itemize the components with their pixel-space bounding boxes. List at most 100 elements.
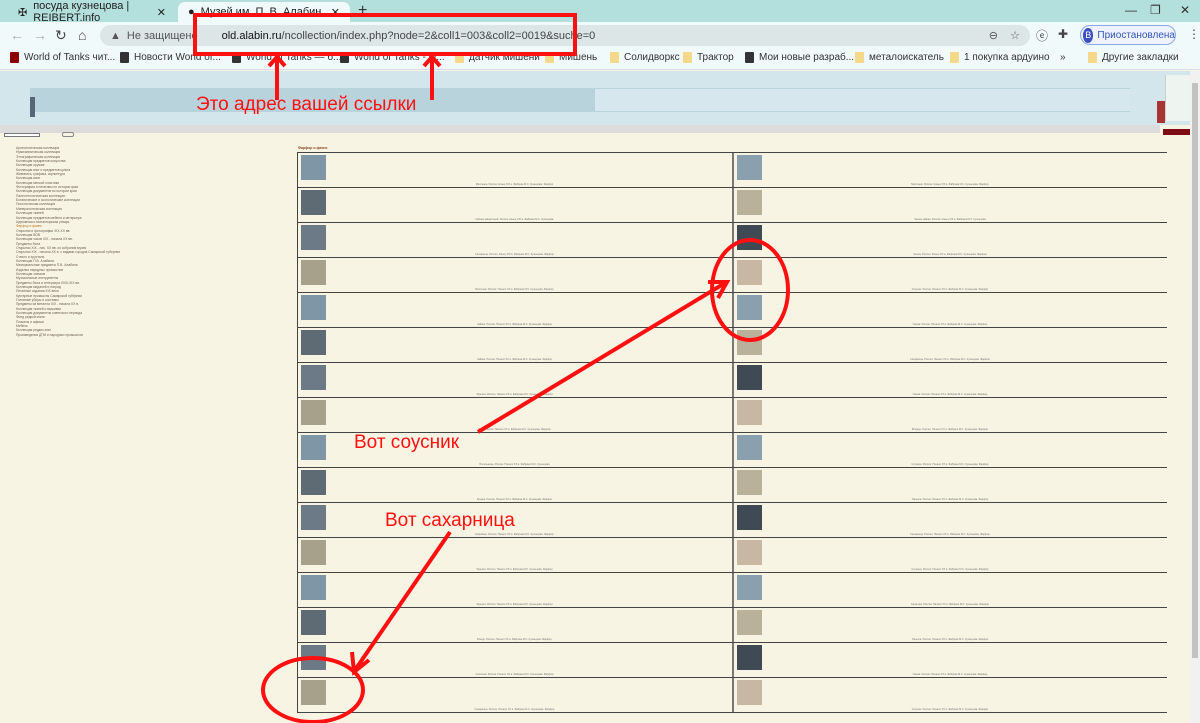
item-caption[interactable]: Кружка. Россия. Начало XX в. Фабрика М.С… — [298, 498, 732, 501]
item-thumbnail[interactable] — [736, 610, 762, 635]
item-thumbnail[interactable] — [301, 610, 326, 635]
item-thumbnail[interactable] — [301, 470, 326, 495]
bookmark-item[interactable]: 1 покупка ардуино — [950, 52, 1050, 63]
item-caption[interactable]: Чашка. Россия. Начало XX в. Фабрика М.С.… — [734, 323, 1168, 326]
item-thumbnail[interactable] — [301, 575, 326, 600]
item-caption[interactable]: Чашка. Россия. Начало XX в. Фабрика М.С.… — [734, 673, 1168, 676]
minimize-button[interactable]: — — [1125, 3, 1137, 17]
item-caption[interactable]: Тарелка. Россия. Начало XX в. Фабрика М.… — [298, 568, 732, 571]
item-caption[interactable]: Супница. Россия. Начало XX в. Фабрика М.… — [734, 463, 1168, 466]
item-thumbnail[interactable] — [301, 400, 326, 425]
more-bookmarks-icon[interactable]: » — [1060, 52, 1066, 63]
item-caption[interactable]: Чашка. Россия. Конец XIX в. Фабрика М.С.… — [734, 253, 1168, 256]
tab-reibert[interactable]: ✠ посуда кузнецова | REIBERT.info ✕ — [8, 0, 176, 24]
item-thumbnail[interactable] — [301, 505, 326, 530]
sidebar-item[interactable]: Произведения ДПИ и народных промыслов — [6, 333, 296, 337]
item-thumbnail[interactable] — [736, 330, 762, 355]
bookmark-item[interactable]: Новости World of... — [120, 52, 221, 63]
item-thumbnail[interactable] — [736, 645, 762, 670]
item-thumbnail[interactable] — [301, 190, 326, 215]
bookmark-item[interactable]: Мишень — [545, 52, 597, 63]
item-caption[interactable]: Чайник заварочный. Россия. Конец XIX в. … — [298, 218, 732, 221]
item-thumbnail[interactable] — [301, 260, 326, 285]
bookmark-item[interactable]: World of Tanks — б... — [232, 52, 341, 63]
maximize-button[interactable]: ❐ — [1150, 3, 1161, 17]
item-caption[interactable]: Чашка чайная. Россия. Конец XIX в. Фабри… — [734, 218, 1168, 221]
extension-icon[interactable]: ⓔ — [1036, 27, 1048, 44]
new-tab-button[interactable]: + — [358, 2, 367, 20]
item-thumbnail[interactable] — [736, 680, 762, 705]
scrollbar[interactable] — [1190, 71, 1200, 723]
item-caption[interactable]: Молочник. Россия. Начало XX в. Фабрика М… — [298, 288, 732, 291]
item-caption[interactable]: Тарелка. Россия. Начало XX в. Фабрика М.… — [734, 498, 1168, 501]
bookmark-other[interactable]: Другие закладки — [1088, 52, 1179, 63]
profile-button[interactable]: B Приостановлена — [1080, 25, 1176, 45]
item-thumbnail[interactable] — [736, 540, 762, 565]
security-label[interactable]: Не защищено — [127, 30, 198, 42]
item-caption[interactable]: Ваза. Россия. Начало XX в. Фабрика М.С. … — [298, 428, 732, 431]
item-thumbnail[interactable] — [736, 295, 762, 320]
site-search-button[interactable] — [62, 132, 74, 137]
item-caption[interactable]: Сахарница. Россия. Конец XIX в. Фабрика … — [298, 253, 732, 256]
item-thumbnail[interactable] — [736, 190, 762, 215]
item-caption[interactable]: Соусник. Россия. Начало XX в. Фабрика М.… — [734, 708, 1168, 711]
item-thumbnail[interactable] — [301, 645, 326, 670]
item-caption[interactable]: Тарелка. Россия. Начало XX в. Фабрика М.… — [734, 638, 1168, 641]
close-tab-icon[interactable]: ✕ — [331, 6, 340, 19]
item-caption[interactable]: Сахарница. Россия. Начало XX в. Фабрика … — [734, 533, 1168, 536]
item-caption[interactable]: Молочник. Россия. Конец XIX в. Фабрика М… — [734, 183, 1168, 186]
item-caption[interactable]: Салатник. Россия. Начало XX в. Фабрика М… — [734, 603, 1168, 606]
item-thumbnail[interactable] — [736, 400, 762, 425]
item-thumbnail[interactable] — [301, 295, 326, 320]
item-caption[interactable]: Соусник. Россия. Начало XX в. Фабрика М.… — [734, 288, 1168, 291]
item-thumbnail[interactable] — [736, 470, 762, 495]
item-thumbnail[interactable] — [736, 365, 762, 390]
reload-icon[interactable]: ↻ — [55, 27, 67, 44]
item-caption[interactable]: Тарелка. Россия. Начало XX в. Фабрика М.… — [298, 393, 732, 396]
item-caption[interactable]: Пепельница. Россия. Начало XX в. Фабрика… — [298, 463, 732, 466]
bookmark-item[interactable]: Трактор — [683, 52, 734, 63]
site-search-input[interactable] — [4, 133, 40, 137]
bookmark-item[interactable]: World of Tanks - Ф... — [340, 52, 445, 63]
address-bar[interactable]: ▲ Не защищено old.alabin.ru/ncollection/… — [100, 25, 1030, 46]
item-thumbnail[interactable] — [301, 365, 326, 390]
item-caption[interactable]: Тарелка. Россия. Начало XX в. Фабрика М.… — [298, 603, 732, 606]
puzzle-icon[interactable]: ✚ — [1058, 27, 1068, 41]
item-caption[interactable]: Сахарница. Россия. Начало XX в. Фабрика … — [298, 708, 732, 711]
tab-alabin[interactable]: ● Музей им. П. В. Алабина / Муз ✕ — [178, 2, 350, 22]
item-caption[interactable]: Сахарница. Россия. Начало XX в. Фабрика … — [734, 358, 1168, 361]
item-caption[interactable]: Салатник. Россия. Начало XX в. Фабрика М… — [298, 673, 732, 676]
item-thumbnail[interactable] — [736, 435, 762, 460]
item-thumbnail[interactable] — [301, 225, 326, 250]
close-tab-icon[interactable]: ✕ — [157, 6, 166, 19]
item-thumbnail[interactable] — [301, 435, 326, 460]
bookmark-item[interactable]: металоискатель — [855, 52, 944, 63]
item-thumbnail[interactable] — [301, 330, 326, 355]
item-thumbnail[interactable] — [301, 540, 326, 565]
bookmark-item[interactable]: World of Tanks чит... — [10, 52, 115, 63]
item-caption[interactable]: Блюдце. Россия. Начало XX в. Фабрика М.С… — [734, 428, 1168, 431]
nav-buttons[interactable] — [1163, 129, 1191, 135]
bookmark-item[interactable]: датчик мишени — [455, 52, 540, 63]
item-thumbnail[interactable] — [736, 155, 762, 180]
forward-icon[interactable]: → — [33, 27, 47, 43]
star-icon[interactable]: ☆ — [1010, 29, 1020, 42]
item-caption[interactable]: Кофейник. Россия. Начало XX в. Фабрика М… — [298, 533, 732, 536]
bookmark-item[interactable]: Мои новые разраб... — [745, 52, 854, 63]
scrollbar-thumb[interactable] — [1192, 83, 1198, 658]
item-caption[interactable]: Чайник. Россия. Начало XX в. Фабрика М.С… — [298, 323, 732, 326]
bookmark-item[interactable]: Солидворкс — [610, 52, 680, 63]
item-caption[interactable]: Супница. Россия. Начало XX в. Фабрика М.… — [734, 568, 1168, 571]
item-caption[interactable]: Блюдо. Россия. Начало XX в. Фабрика М.С.… — [298, 638, 732, 641]
item-caption[interactable]: Чашка. Россия. Начало XX в. Фабрика М.С.… — [734, 393, 1168, 396]
back-icon[interactable]: ← — [10, 27, 24, 43]
menu-icon[interactable]: ⋮ — [1188, 27, 1200, 41]
item-thumbnail[interactable] — [736, 260, 762, 285]
item-thumbnail[interactable] — [736, 505, 762, 530]
home-icon[interactable]: ⌂ — [78, 27, 86, 43]
item-thumbnail[interactable] — [736, 225, 762, 250]
item-caption[interactable]: Масленка. Россия. Конец XIX в. Фабрика М… — [298, 183, 732, 186]
close-window-button[interactable]: ✕ — [1180, 3, 1190, 17]
item-thumbnail[interactable] — [736, 575, 762, 600]
item-thumbnail[interactable] — [301, 155, 326, 180]
